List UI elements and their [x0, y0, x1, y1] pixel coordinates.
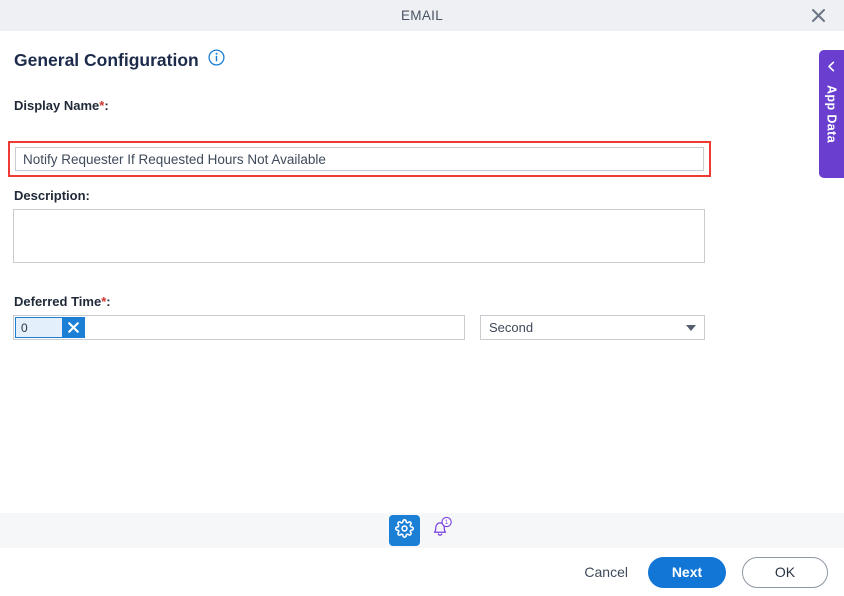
deferred-time-label: Deferred Time*: [14, 294, 111, 309]
settings-button[interactable] [388, 515, 420, 546]
dialog-body: General Configuration Display Name*: Des… [0, 31, 844, 513]
bell-icon: 1 [428, 516, 454, 545]
deferred-time-unit-value: Second [489, 320, 534, 335]
display-name-input[interactable] [15, 147, 704, 171]
chevron-left-icon [826, 59, 837, 77]
description-textarea[interactable] [13, 209, 705, 263]
ok-button[interactable]: OK [742, 556, 828, 588]
dialog-icon-toolbar: 1 [0, 513, 844, 548]
deferred-time-label-text: Deferred Time [14, 294, 102, 309]
dialog-title: EMAIL [400, 8, 443, 23]
app-data-tab-label: App Data [824, 85, 839, 144]
deferred-time-label-colon: : [106, 294, 111, 309]
description-label-text: Description [14, 188, 86, 203]
section-header: General Configuration [14, 49, 225, 71]
chevron-down-icon [686, 324, 696, 331]
dialog-footer: Cancel Next OK [0, 548, 844, 596]
display-name-label-text: Display Name [14, 98, 100, 113]
display-name-label-colon: : [104, 98, 109, 113]
notifications-badge-count: 1 [444, 519, 448, 526]
deferred-time-token[interactable]: 0 [15, 317, 85, 338]
deferred-time-token-value: 0 [15, 317, 62, 338]
app-data-panel-tab[interactable]: App Data [819, 50, 844, 178]
page-title: General Configuration [14, 49, 199, 70]
cancel-button[interactable]: Cancel [580, 558, 632, 586]
close-icon [811, 8, 826, 23]
description-label-colon: : [85, 188, 90, 203]
description-label: Description: [14, 188, 90, 203]
deferred-time-token-clear-button[interactable] [62, 317, 85, 338]
deferred-time-input[interactable]: 0 [13, 315, 465, 340]
deferred-time-unit-select[interactable]: Second [480, 315, 705, 340]
close-icon [67, 321, 80, 334]
display-name-field-wrapper [8, 141, 711, 177]
dialog-titlebar: EMAIL [0, 0, 844, 31]
close-button[interactable] [802, 0, 834, 31]
info-icon[interactable] [208, 49, 225, 71]
next-button[interactable]: Next [648, 556, 726, 588]
email-configuration-dialog: EMAIL General Configuration Display Name… [0, 0, 844, 596]
notifications-button[interactable]: 1 [426, 515, 456, 546]
gear-icon [394, 518, 414, 543]
display-name-label: Display Name*: [14, 98, 109, 113]
